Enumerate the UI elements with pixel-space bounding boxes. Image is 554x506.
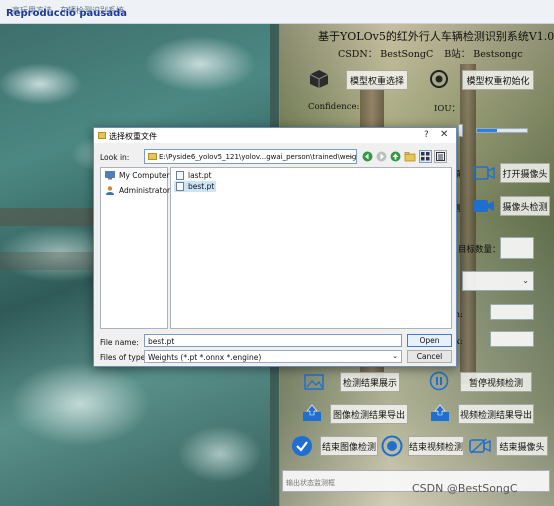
list-view-icon[interactable]	[419, 150, 432, 163]
iou-spinbox[interactable]	[458, 124, 463, 137]
chevron-down-icon: ⌄	[522, 276, 529, 285]
end-camera-button[interactable]: 结束摄像头	[496, 436, 548, 456]
init-weights-button[interactable]: 模型权重初始化	[462, 70, 534, 90]
file-name-label: File name:	[100, 338, 139, 347]
camera-off-icon	[468, 436, 492, 456]
chevron-down-icon: ⌄	[348, 152, 354, 160]
stop-circle-icon	[380, 434, 404, 458]
coord-min-box	[490, 304, 534, 320]
export-video-button[interactable]: 视频检测结果导出	[458, 404, 534, 424]
file-type-select[interactable]: Weights (*.pt *.onnx *.engine) ⌄	[144, 350, 402, 363]
place-my-computer[interactable]: My Computer	[105, 171, 170, 180]
iou-label: IOU：	[434, 104, 460, 114]
file-icon	[176, 182, 184, 191]
cube-icon	[308, 68, 330, 90]
file-item-best[interactable]: best.pt	[174, 181, 217, 192]
iou-slider-fill	[477, 129, 497, 132]
file-icon	[176, 171, 184, 180]
open-camera-button[interactable]: 打开摄像头	[500, 163, 550, 183]
chevron-down-icon: ⌄	[392, 352, 398, 360]
export-icon	[428, 402, 452, 424]
user-icon	[105, 186, 115, 195]
watermark: CSDN @BestSongC	[412, 482, 518, 495]
title-bar: 高玩用方法 - 车辆检测识别系统 Reproducció pausada	[0, 0, 554, 24]
end-image-detect-button[interactable]: 结束图像检测	[320, 436, 378, 456]
iou-slider[interactable]	[476, 128, 528, 133]
look-in-combo[interactable]: E:\Pyside6_yolov5_121\yolov...gwai_perso…	[144, 149, 357, 164]
file-name: last.pt	[188, 171, 212, 180]
dialog-title: 选择权重文件	[109, 132, 157, 141]
csdn-label: CSDN： BestSongC	[338, 49, 434, 60]
class-select[interactable]: ⌄	[462, 271, 534, 291]
end-video-detect-button[interactable]: 结束视频检测	[408, 436, 464, 456]
camera-detect-icon	[472, 197, 496, 215]
open-button[interactable]: Open	[407, 334, 452, 347]
detail-view-icon[interactable]	[434, 150, 447, 163]
target-count-box	[500, 237, 534, 259]
places-sidebar: My Computer Administrator	[100, 167, 170, 329]
folder-icon	[148, 153, 157, 160]
confidence-label: Confidence:	[308, 102, 360, 112]
place-administrator[interactable]: Administrator	[105, 186, 170, 195]
file-dialog: 选择权重文件 ? ✕ Look in: E:\Pyside6_yolov5_12…	[93, 127, 457, 367]
place-label: Administrator	[119, 186, 171, 195]
folder-icon	[98, 132, 106, 139]
file-name-input[interactable]: best.pt	[144, 334, 402, 347]
background-tree	[460, 64, 476, 384]
file-list: last.pt best.pt	[170, 167, 452, 329]
coord-max-box	[490, 331, 534, 347]
playback-overlay: Reproducció pausada	[6, 8, 127, 19]
export-image-button[interactable]: 图像检测结果导出	[330, 404, 408, 424]
export-icon	[300, 402, 324, 424]
target-count-label: 目标数量：	[458, 245, 501, 255]
look-in-path: E:\Pyside6_yolov5_121\yolov...gwai_perso…	[159, 153, 357, 161]
pause-icon	[428, 370, 450, 392]
computer-icon	[105, 171, 115, 180]
look-in-label: Look in:	[100, 153, 130, 162]
file-name: best.pt	[188, 182, 215, 191]
show-results-button[interactable]: 检测结果展示	[340, 372, 400, 392]
place-label: My Computer	[119, 171, 170, 180]
author-info: CSDN： BestSongC B站： Bestsongc	[338, 46, 531, 60]
cancel-button[interactable]: Cancel	[407, 350, 452, 363]
target-icon	[428, 68, 450, 90]
check-circle-icon	[290, 434, 314, 458]
select-weights-button[interactable]: 模型权重选择	[346, 70, 408, 90]
up-folder-icon[interactable]	[389, 150, 402, 163]
file-type-value: Weights (*.pt *.onnx *.engine)	[148, 353, 262, 362]
new-folder-icon[interactable]	[403, 150, 416, 163]
camera-detect-button[interactable]: 摄像头检测	[500, 196, 550, 216]
app-title: 基于YOLOv5的红外行人车辆检测识别系统V1.0	[318, 30, 554, 43]
help-icon[interactable]: ?	[424, 130, 429, 140]
back-icon[interactable]	[361, 150, 374, 163]
bilibili-label: B站： Bestsongc	[444, 49, 523, 60]
file-item-last[interactable]: last.pt	[174, 170, 214, 181]
image-icon	[302, 372, 326, 392]
file-type-label: Files of type:	[100, 353, 148, 362]
video-camera-icon	[472, 164, 496, 182]
forward-icon[interactable]	[375, 150, 388, 163]
dialog-title-bar: 选择权重文件 ? ✕	[94, 128, 456, 143]
pause-video-button[interactable]: 暂停视频检测	[460, 372, 532, 392]
close-icon[interactable]: ✕	[440, 129, 448, 140]
